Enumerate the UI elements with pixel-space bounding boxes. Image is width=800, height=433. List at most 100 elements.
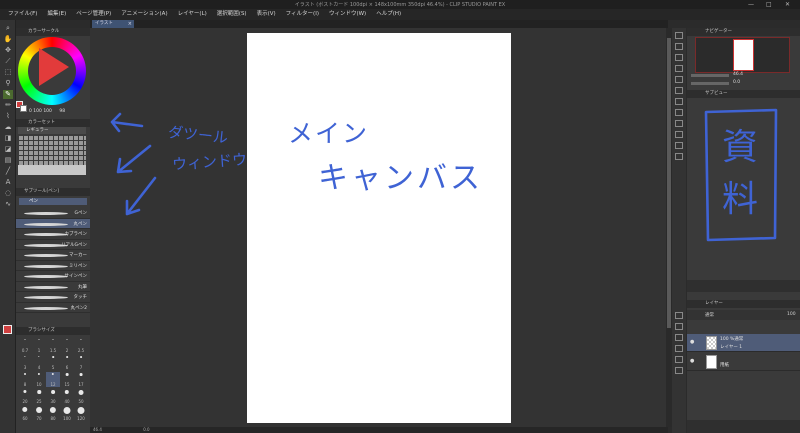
panel-toggle-icon[interactable] [675,65,683,72]
panel-toggle-icon[interactable] [675,120,683,127]
panel-toggle-icon[interactable] [675,153,683,160]
brush-size-option[interactable]: 100 [60,406,74,421]
brush-size-option[interactable]: 50 [74,389,88,404]
menu-window[interactable]: ウィンドウ(W) [324,9,371,20]
visibility-eye-icon[interactable]: ● [690,358,694,364]
brush-size-option[interactable]: 7 [74,355,88,370]
gradient-icon[interactable]: ▤ [3,156,13,165]
minimize-button[interactable]: — [748,1,754,8]
layer-tab[interactable]: レイヤー [687,300,800,308]
brush-size-option[interactable]: 10 [32,372,46,387]
brush-size-option[interactable]: 0.7 [18,338,32,353]
eraser-icon[interactable]: ◨ [3,134,13,143]
layer-tool-icon[interactable] [675,323,683,330]
layer-tool-icon[interactable] [675,356,683,363]
maximize-button[interactable]: □ [766,1,772,8]
tool-property-tab[interactable]: サブツール[ペン] [16,188,90,196]
panel-toggle-icon[interactable] [675,54,683,61]
panel-toggle-icon[interactable] [675,131,683,138]
layer-tool-icon[interactable] [675,367,683,374]
select-icon[interactable]: ⬚ [3,68,13,77]
brush-size-option[interactable]: 17 [74,372,88,387]
menu-edit[interactable]: 編集(E) [42,9,71,20]
menu-layer[interactable]: レイヤー(L) [173,9,212,20]
pen-group-label[interactable]: ペン [19,198,87,205]
brush-size-option[interactable]: 8 [18,372,32,387]
color-set-select[interactable]: レギュラー [18,127,86,134]
brush-size-option[interactable]: 80 [46,406,60,421]
brush-size-option[interactable]: 120 [74,406,88,421]
brush-icon[interactable]: ⌇ [3,112,13,121]
opacity-value[interactable]: 100 [787,312,796,317]
panel-toggle-icon[interactable] [675,87,683,94]
brush-size-option[interactable]: 30 [46,389,60,404]
lasso-icon[interactable]: ⚲ [3,79,13,88]
color-history-strip[interactable] [687,280,800,292]
airbrush-icon[interactable]: ☁ [3,123,13,132]
brush-size-option[interactable]: 25 [32,389,46,404]
sub-tool-item[interactable]: Gペン [16,208,90,219]
color-set-tab[interactable]: カラーセット [16,119,90,127]
sub-tool-item[interactable]: 丸ペン [16,218,90,229]
sub-tool-item[interactable]: カブラペン [16,229,90,240]
move-icon[interactable]: ✥ [3,46,13,55]
text-icon[interactable]: A [3,178,13,187]
brush-size-option[interactable]: 3 [18,355,32,370]
brush-size-option[interactable]: 5 [46,355,60,370]
status-angle[interactable]: 0.0 [143,427,149,432]
figure-icon[interactable]: ╱ [3,167,13,176]
layer-tool-icon[interactable] [675,334,683,341]
layer-tool-icon[interactable] [675,312,683,319]
pen-icon[interactable]: ✎ [3,90,13,99]
color-panel-tab[interactable]: カラーサークル [16,28,90,36]
brush-size-option[interactable]: 40 [60,389,74,404]
menu-help[interactable]: ヘルプ(H) [371,9,406,20]
menu-page[interactable]: ページ管理(P) [71,9,116,20]
panel-toggle-icon[interactable] [675,32,683,39]
brush-size-option[interactable]: 2 [60,338,74,353]
brush-size-option[interactable]: 20 [18,389,32,404]
pencil-icon[interactable]: ✏ [3,101,13,110]
sub-tool-item[interactable]: リアルGペン [16,240,90,250]
sub-tool-item[interactable]: 丸ペン2 [16,303,90,313]
menu-filter[interactable]: フィルター(I) [281,9,324,20]
visibility-eye-icon[interactable]: ● [690,339,694,345]
canvas-area[interactable] [90,28,668,427]
layer-row[interactable]: ● 100 %通常 レイヤー 1 [687,334,800,352]
balloon-icon[interactable]: ◌ [3,189,13,198]
canvas-paper[interactable] [247,33,511,423]
eyedropper-icon[interactable]: ⟋ [3,57,13,66]
menu-selection[interactable]: 選択範囲(S) [212,9,252,20]
panel-toggle-icon[interactable] [675,43,683,50]
toolbar-color-swatch[interactable] [3,325,12,334]
close-button[interactable]: ✕ [785,1,790,8]
sub-tool-item[interactable]: タッチ [16,292,90,303]
brush-size-option[interactable]: 1.5 [46,338,60,353]
brush-size-option[interactable]: 15 [60,372,74,387]
color-set-empty-slots[interactable] [18,165,86,175]
zoom-slider[interactable] [691,74,729,77]
correct-line-icon[interactable]: ∿ [3,200,13,209]
menu-file[interactable]: ファイル(F) [3,9,42,20]
fill-icon[interactable]: ◪ [3,145,13,154]
sub-tool-item[interactable]: マーカー [16,250,90,261]
brush-size-option[interactable]: 70 [32,406,46,421]
panel-toggle-icon[interactable] [675,142,683,149]
subview-tab[interactable]: サブビュー [687,90,800,98]
blend-mode-select[interactable]: 通常 [705,312,714,318]
status-zoom[interactable]: 46.4 [93,427,102,432]
navigator-thumbnail[interactable] [733,39,754,71]
panel-toggle-icon[interactable] [675,109,683,116]
document-tab[interactable]: イラスト × [92,20,134,28]
navigator-tab[interactable]: ナビゲーター [687,28,800,36]
sub-tool-item[interactable]: ミリペン [16,261,90,271]
close-tab-icon[interactable]: × [128,20,132,28]
rotate-slider[interactable] [691,82,729,85]
scrollbar-thumb[interactable] [667,38,671,328]
panel-toggle-icon[interactable] [675,98,683,105]
brush-size-option[interactable]: 2.5 [74,338,88,353]
sub-tool-item[interactable]: 丸筆 [16,282,90,292]
brush-size-option[interactable]: 1 [32,338,46,353]
brush-size-tab[interactable]: ブラシサイズ [16,327,90,335]
sub-tool-item[interactable]: サインペン [16,271,90,282]
